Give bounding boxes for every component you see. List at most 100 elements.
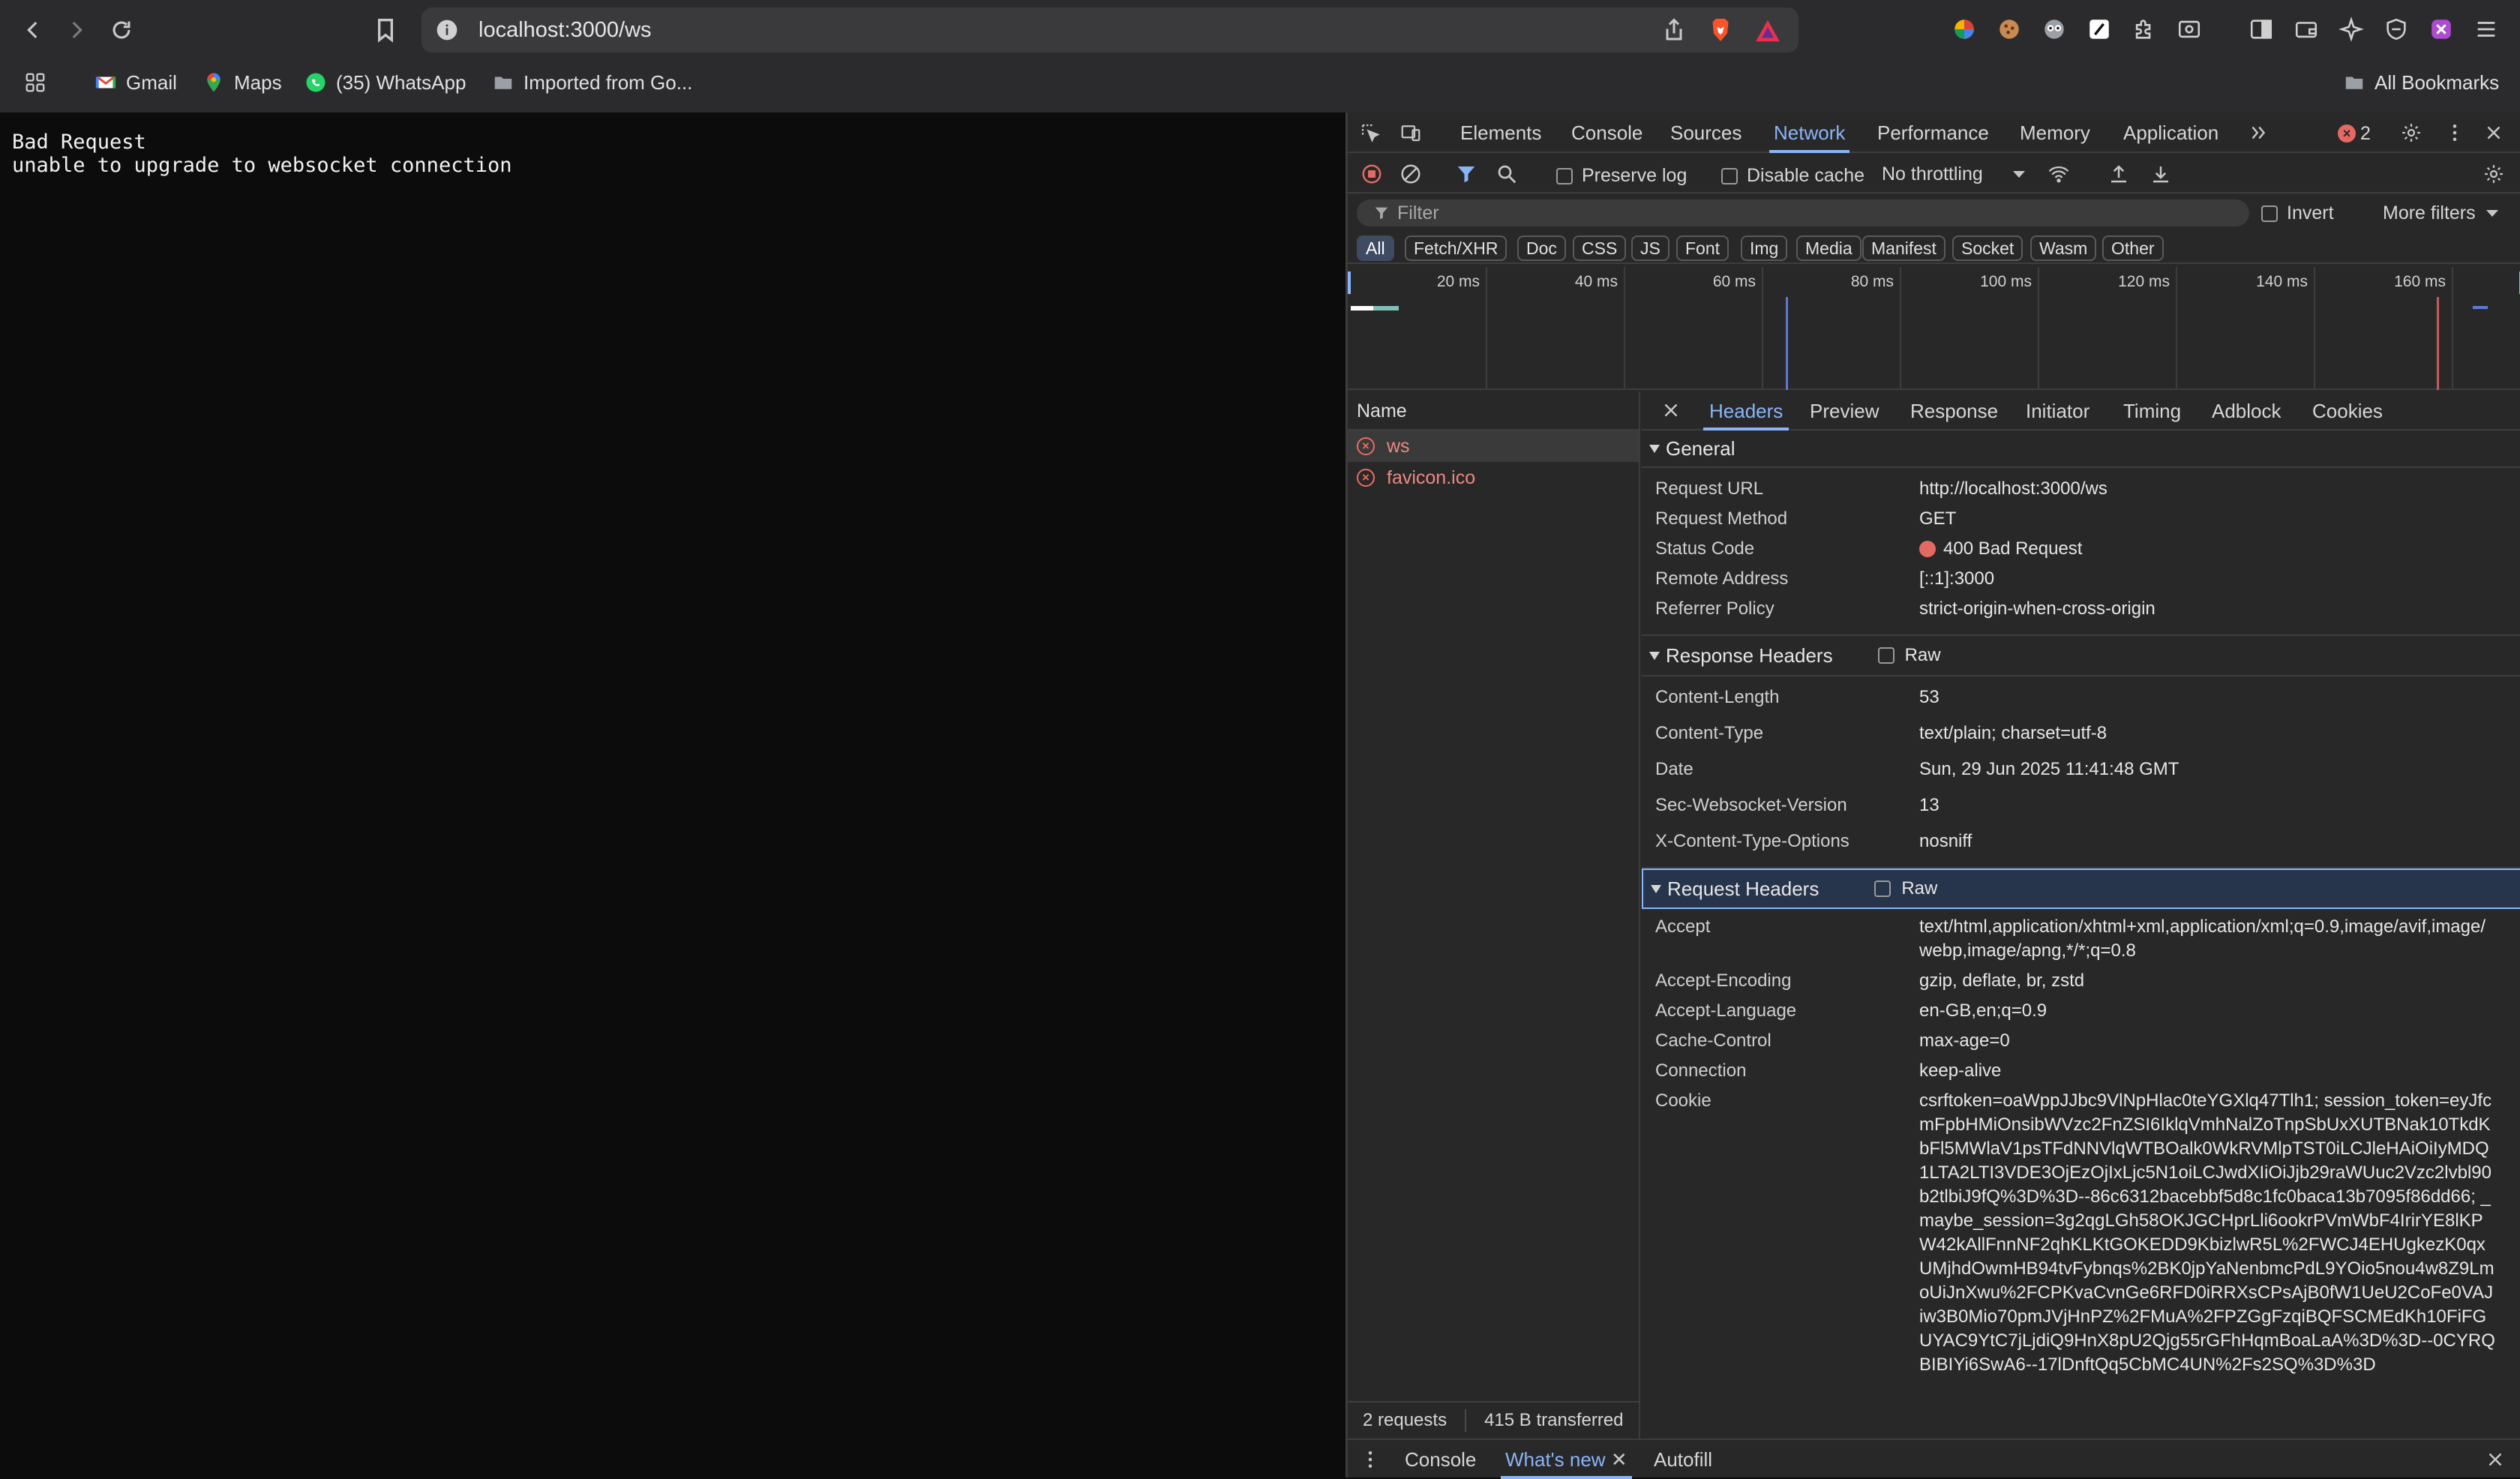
tab-sources[interactable]: Sources xyxy=(1670,112,1742,153)
brave-shields-icon[interactable] xyxy=(1707,16,1734,44)
owl-extension-icon[interactable] xyxy=(2040,15,2068,44)
wallet-icon[interactable] xyxy=(2292,15,2320,44)
response-headers-section-header[interactable]: Response Headers Raw xyxy=(1642,636,2520,676)
export-har-icon[interactable] xyxy=(2147,160,2174,188)
leo-ai-icon[interactable] xyxy=(2337,15,2366,44)
tab-preview[interactable]: Preview xyxy=(1810,392,1879,430)
bookmark-gmail[interactable]: Gmail xyxy=(94,68,177,98)
type-chip-fetch-xhr[interactable]: Fetch/XHR xyxy=(1405,236,1508,261)
drawer-tab-autofill[interactable]: Autofill xyxy=(1654,1440,1712,1479)
checkbox-box[interactable] xyxy=(1877,647,1894,664)
type-chip-media[interactable]: Media xyxy=(1796,236,1862,261)
bookmark-icon[interactable] xyxy=(370,15,400,45)
back-icon[interactable] xyxy=(16,14,50,46)
checkbox-box[interactable] xyxy=(1721,167,1738,184)
tab-performance[interactable]: Performance xyxy=(1877,112,1989,153)
kebab-menu-icon[interactable] xyxy=(2441,119,2468,146)
type-chip-manifest[interactable]: Manifest xyxy=(1862,236,1946,261)
checkbox-box[interactable] xyxy=(2261,205,2278,222)
cookie-extension-icon[interactable] xyxy=(1995,15,2024,44)
preserve-log-checkbox[interactable]: Preserve log xyxy=(1556,165,1687,187)
reload-icon[interactable] xyxy=(105,14,138,46)
bookmark-whatsapp[interactable]: (35) WhatsApp xyxy=(304,68,466,98)
close-tab-icon[interactable]: ✕ xyxy=(1611,1448,1628,1471)
network-settings-icon[interactable] xyxy=(2480,160,2507,188)
tab-headers[interactable]: Headers xyxy=(1702,392,1790,430)
brave-rewards-icon[interactable] xyxy=(1754,16,1782,44)
address-bar[interactable]: localhost:3000/ws xyxy=(422,8,1798,52)
extensions-puzzle-icon[interactable] xyxy=(2130,15,2158,44)
request-row-ws[interactable]: × ws xyxy=(1348,430,1639,462)
clear-icon[interactable] xyxy=(1397,160,1424,188)
invert-checkbox[interactable]: Invert xyxy=(2261,202,2334,224)
network-conditions-icon[interactable] xyxy=(2045,160,2072,188)
menu-icon[interactable] xyxy=(2472,15,2500,44)
type-chip-doc[interactable]: Doc xyxy=(1517,236,1566,261)
filter-input[interactable]: Filter xyxy=(1357,200,2249,226)
header-key: Connection xyxy=(1655,1060,1747,1081)
inspect-element-icon[interactable] xyxy=(1357,119,1384,146)
throttling-select[interactable]: No throttling xyxy=(1882,164,2025,185)
more-filters-dropdown[interactable]: More filters xyxy=(2383,202,2498,224)
type-chip-other[interactable]: Other xyxy=(2102,236,2164,261)
type-chip-font[interactable]: Font xyxy=(1676,236,1730,261)
close-devtools-icon[interactable] xyxy=(2480,119,2507,146)
drawer-menu-icon[interactable] xyxy=(1357,1446,1384,1473)
tab-timing[interactable]: Timing xyxy=(2123,392,2181,430)
forward-icon[interactable] xyxy=(60,14,93,46)
all-bookmarks[interactable]: All Bookmarks xyxy=(2343,68,2499,98)
more-tabs-icon[interactable] xyxy=(2245,119,2272,146)
disable-cache-label: Disable cache xyxy=(1747,165,1865,186)
tab-elements[interactable]: Elements xyxy=(1460,112,1541,153)
site-info-icon[interactable] xyxy=(435,18,459,42)
type-chip-js[interactable]: JS xyxy=(1631,236,1670,261)
tab-console[interactable]: Console xyxy=(1571,112,1642,153)
network-overview-timeline[interactable]: 20 ms 40 ms 60 ms 80 ms 100 ms 120 ms 14… xyxy=(1348,267,2520,390)
apps-grid-icon[interactable] xyxy=(24,68,46,98)
tab-application[interactable]: Application xyxy=(2123,112,2218,153)
tab-adblock[interactable]: Adblock xyxy=(2212,392,2282,430)
settings-gear-icon[interactable] xyxy=(2398,119,2425,146)
type-chip-all[interactable]: All xyxy=(1357,236,1394,261)
vpn-shield-icon[interactable] xyxy=(2382,15,2410,44)
checkbox-box[interactable] xyxy=(1556,167,1573,184)
type-chip-wasm[interactable]: Wasm xyxy=(2030,236,2097,261)
type-chip-css[interactable]: CSS xyxy=(1573,236,1627,261)
request-row-favicon[interactable]: × favicon.ico xyxy=(1348,462,1639,494)
disable-cache-checkbox[interactable]: Disable cache xyxy=(1721,165,1864,187)
request-headers-section-header[interactable]: Request Headers Raw xyxy=(1642,868,2520,909)
general-section-header[interactable]: General xyxy=(1642,430,2520,468)
bookmark-maps[interactable]: Maps xyxy=(202,68,282,98)
close-details-icon[interactable] xyxy=(1660,399,1682,422)
tab-network[interactable]: Network xyxy=(1768,112,1850,153)
search-icon[interactable] xyxy=(1493,160,1520,188)
sidebar-toggle-icon[interactable] xyxy=(2247,15,2276,44)
device-toolbar-icon[interactable] xyxy=(1397,119,1424,146)
timeline-selection-handle[interactable] xyxy=(1348,272,1351,294)
gmail-icon xyxy=(94,71,117,94)
bookmark-imported[interactable]: Imported from Go... xyxy=(492,68,692,98)
profile-icon[interactable] xyxy=(2427,15,2456,44)
checkbox-box[interactable] xyxy=(1874,880,1892,897)
url-text[interactable]: localhost:3000/ws xyxy=(478,18,652,43)
screenshot-extension-icon[interactable] xyxy=(2175,15,2204,44)
tab-initiator[interactable]: Initiator xyxy=(2026,392,2090,430)
import-har-icon[interactable] xyxy=(2105,160,2132,188)
tab-response[interactable]: Response xyxy=(1910,392,1998,430)
raw-toggle[interactable]: Raw xyxy=(1877,645,1941,666)
drawer-tab-console[interactable]: Console xyxy=(1405,1440,1476,1479)
tab-memory[interactable]: Memory xyxy=(2020,112,2090,153)
filter-funnel-icon[interactable] xyxy=(1453,160,1480,188)
share-icon[interactable] xyxy=(1660,16,1688,44)
color-wheel-extension-icon[interactable] xyxy=(1950,15,1978,44)
type-chip-socket[interactable]: Socket xyxy=(1952,236,2024,261)
notion-extension-icon[interactable] xyxy=(2085,15,2114,44)
tab-cookies[interactable]: Cookies xyxy=(2312,392,2383,430)
error-counter[interactable]: × 2 xyxy=(2338,123,2371,144)
stop-recording-icon[interactable] xyxy=(1358,160,1385,188)
close-drawer-icon[interactable] xyxy=(2482,1446,2509,1473)
name-column-header[interactable]: Name xyxy=(1348,392,1639,430)
drawer-tab-whats-new[interactable]: What's new ✕ xyxy=(1501,1440,1632,1479)
raw-toggle[interactable]: Raw xyxy=(1874,878,1937,899)
type-chip-img[interactable]: Img xyxy=(1741,236,1788,261)
